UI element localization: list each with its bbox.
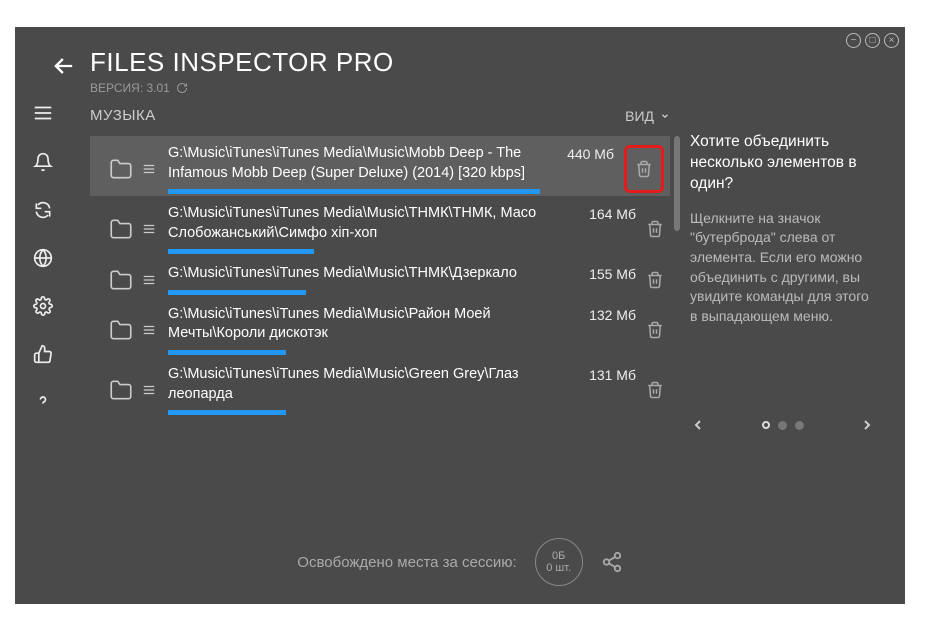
drag-handle-icon — [142, 381, 156, 399]
refresh-icon[interactable] — [33, 200, 53, 220]
file-path: G:\Music\iTunes\iTunes Media\Music\ТНМК\… — [168, 204, 562, 243]
file-path: G:\Music\iTunes\iTunes Media\Music\Mobb … — [168, 144, 540, 183]
file-list: G:\Music\iTunes\iTunes Media\Music\Mobb … — [90, 136, 670, 417]
file-size: 164 Мб — [572, 204, 636, 222]
drag-handle-icon — [142, 321, 156, 339]
combine-handle[interactable] — [142, 271, 156, 289]
list-item[interactable]: G:\Music\iTunes\iTunes Media\Music\ТНМК\… — [90, 196, 670, 256]
folder-icon — [108, 156, 134, 182]
folder-icon — [108, 317, 134, 343]
pager-dot-2[interactable] — [778, 421, 787, 430]
pager-dot-3[interactable] — [795, 421, 804, 430]
file-size: 440 Мб — [550, 144, 614, 162]
row-main: G:\Music\iTunes\iTunes Media\Music\Mobb … — [168, 144, 540, 194]
gear-icon[interactable] — [33, 296, 53, 316]
chevron-down-icon — [660, 111, 670, 121]
delete-button[interactable] — [646, 220, 664, 238]
close-button[interactable]: × — [884, 33, 899, 48]
delete-button[interactable] — [646, 271, 664, 289]
file-size: 131 Мб — [572, 365, 636, 383]
folder-icon — [108, 216, 134, 242]
list-item[interactable]: G:\Music\iTunes\iTunes Media\Music\Район… — [90, 297, 670, 357]
size-bar — [168, 189, 540, 194]
sidebar — [15, 97, 70, 412]
back-button[interactable] — [50, 52, 78, 80]
menu-icon[interactable] — [32, 102, 54, 124]
folder-icon-wrap — [108, 267, 134, 293]
share-icon[interactable] — [601, 551, 623, 573]
file-path: G:\Music\iTunes\iTunes Media\Music\Район… — [168, 305, 562, 344]
info-body: Щелкните на значок "бутерброда" слева от… — [690, 209, 875, 327]
bell-icon[interactable] — [33, 152, 53, 172]
section-header: МУЗЫКА ВИД — [90, 107, 670, 124]
combine-handle[interactable] — [142, 321, 156, 339]
app-version: ВЕРСИЯ: 3.01 — [90, 81, 188, 95]
size-bar — [168, 410, 562, 415]
delete-button[interactable] — [646, 381, 664, 399]
folder-icon-wrap — [108, 377, 134, 403]
session-counter: 0Б 0 шт. — [535, 538, 583, 586]
folder-icon-wrap — [108, 216, 134, 242]
folder-icon — [108, 267, 134, 293]
row-main: G:\Music\iTunes\iTunes Media\Music\ТНМК\… — [168, 264, 562, 295]
scrollbar-thumb[interactable] — [674, 136, 680, 231]
window-controls: − □ × — [846, 33, 899, 48]
minimize-button[interactable]: − — [846, 33, 861, 48]
combine-handle[interactable] — [142, 381, 156, 399]
list-item[interactable]: G:\Music\iTunes\iTunes Media\Music\Green… — [90, 357, 670, 417]
file-size: 155 Мб — [572, 264, 636, 282]
file-path: G:\Music\iTunes\iTunes Media\Music\Green… — [168, 365, 562, 404]
list-item[interactable]: G:\Music\iTunes\iTunes Media\Music\Mobb … — [90, 136, 670, 196]
scrollbar[interactable] — [674, 136, 680, 466]
section-title: МУЗЫКА — [90, 107, 156, 124]
row-main: G:\Music\iTunes\iTunes Media\Music\Район… — [168, 305, 562, 355]
trash-icon — [635, 160, 653, 178]
folder-icon-wrap — [108, 317, 134, 343]
session-label: Освобождено места за сессию: — [297, 554, 516, 571]
chevron-left-icon[interactable] — [690, 417, 706, 433]
trash-icon — [646, 271, 664, 289]
drag-handle-icon — [142, 271, 156, 289]
version-label: ВЕРСИЯ: 3.01 — [90, 81, 170, 95]
tip-pager — [690, 417, 875, 433]
delete-button[interactable] — [624, 145, 664, 193]
maximize-button[interactable]: □ — [865, 33, 880, 48]
row-main: G:\Music\iTunes\iTunes Media\Music\Green… — [168, 365, 562, 415]
chevron-right-icon[interactable] — [859, 417, 875, 433]
app-window: − □ × FILES INSPECTOR PRO ВЕРСИЯ: 3.01 М… — [15, 27, 905, 604]
size-bar — [168, 350, 562, 355]
size-bar — [168, 290, 562, 295]
pager-dot-1[interactable] — [762, 421, 770, 429]
footer: Освобождено места за сессию: 0Б 0 шт. — [15, 538, 905, 586]
arrow-left-icon — [50, 52, 78, 80]
view-label: ВИД — [625, 108, 654, 124]
drag-handle-icon — [142, 220, 156, 238]
refresh-small-icon[interactable] — [176, 82, 188, 94]
list-item[interactable]: G:\Music\iTunes\iTunes Media\Music\ТНМК\… — [90, 256, 670, 297]
session-count: 0 шт. — [546, 562, 571, 574]
info-panel: Хотите объединить несколько элементов в … — [690, 132, 875, 326]
combine-handle[interactable] — [142, 160, 156, 178]
trash-icon — [646, 220, 664, 238]
pager-dots — [762, 421, 804, 430]
combine-handle[interactable] — [142, 220, 156, 238]
app-title: FILES INSPECTOR PRO — [90, 47, 394, 78]
delete-button[interactable] — [646, 321, 664, 339]
row-main: G:\Music\iTunes\iTunes Media\Music\ТНМК\… — [168, 204, 562, 254]
session-bytes: 0Б — [552, 550, 565, 562]
thumbs-up-icon[interactable] — [33, 344, 53, 364]
folder-icon-wrap — [108, 156, 134, 182]
help-icon[interactable] — [33, 392, 53, 412]
file-size: 132 Мб — [572, 305, 636, 323]
view-selector[interactable]: ВИД — [625, 108, 670, 124]
globe-icon[interactable] — [33, 248, 53, 268]
folder-icon — [108, 377, 134, 403]
info-title: Хотите объединить несколько элементов в … — [690, 132, 875, 195]
trash-icon — [646, 321, 664, 339]
trash-icon — [646, 381, 664, 399]
file-path: G:\Music\iTunes\iTunes Media\Music\ТНМК\… — [168, 264, 562, 284]
drag-handle-icon — [142, 160, 156, 178]
size-bar — [168, 249, 562, 254]
